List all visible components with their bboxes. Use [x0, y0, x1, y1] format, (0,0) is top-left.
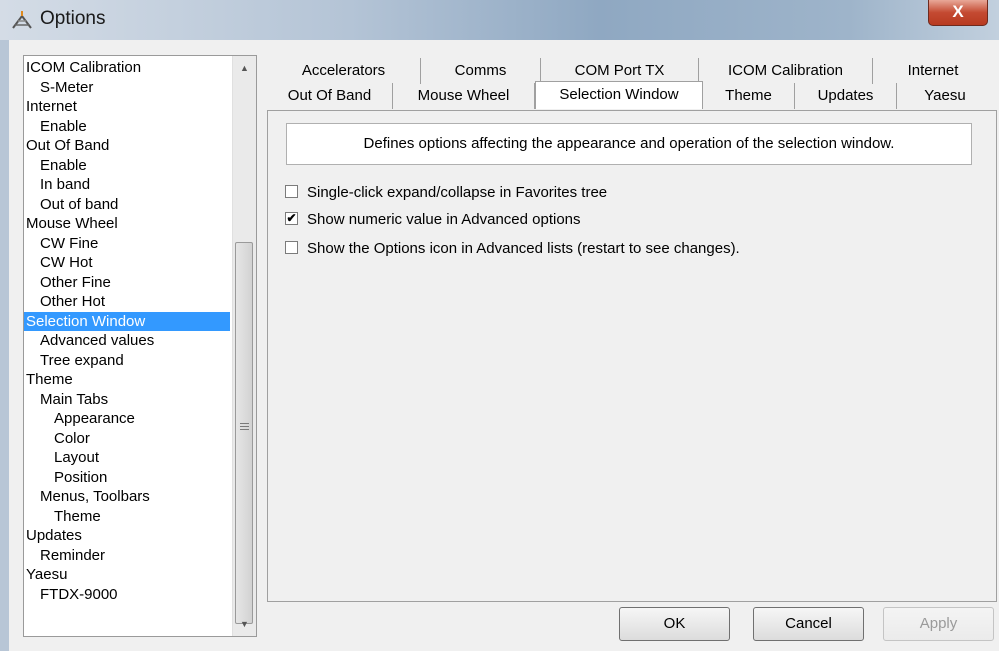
window-frame — [0, 40, 9, 651]
tab-comms[interactable]: Comms — [421, 58, 541, 84]
tree-item[interactable]: Out of band — [24, 195, 230, 214]
title-bar[interactable]: Options X — [0, 0, 999, 40]
tree-item[interactable]: Layout — [24, 448, 230, 467]
tree-item[interactable]: Color — [24, 429, 230, 448]
tree-item[interactable]: ICOM Calibration — [24, 58, 230, 77]
dialog-client: ICOM Calibration S-Meter Internet Enable Out… — [9, 40, 999, 651]
tree-item[interactable]: In band — [24, 175, 230, 194]
tree-item[interactable]: Mouse Wheel — [24, 214, 230, 233]
tab-internet[interactable]: Internet — [873, 58, 993, 84]
scroll-thumb[interactable] — [235, 242, 253, 624]
tab-updates[interactable]: Updates — [795, 83, 897, 109]
tree-item[interactable]: Menus, Toolbars — [24, 487, 230, 506]
tree-item[interactable]: Advanced values — [24, 331, 230, 350]
checkbox[interactable]: ✔ — [285, 212, 298, 225]
tree-item[interactable]: CW Fine — [24, 234, 230, 253]
tree-item[interactable]: Updates — [24, 526, 230, 545]
tree-item[interactable]: Enable — [24, 156, 230, 175]
tree-scrollbar[interactable]: ▲ ▼ — [232, 56, 256, 636]
tree-item[interactable]: Other Fine — [24, 273, 230, 292]
tab-theme[interactable]: Theme — [703, 83, 795, 109]
ok-button[interactable]: OK — [619, 607, 730, 641]
scroll-down-icon[interactable]: ▼ — [233, 614, 256, 634]
tree-item[interactable]: Appearance — [24, 409, 230, 428]
tree-item[interactable]: Theme — [24, 370, 230, 389]
options-tree[interactable]: ICOM Calibration S-Meter Internet Enable Out… — [23, 55, 257, 637]
tree-item[interactable]: Reminder — [24, 546, 230, 565]
antenna-icon — [12, 11, 32, 29]
close-button[interactable]: X — [928, 0, 988, 26]
description-text: Defines options affecting the appearance… — [286, 123, 972, 165]
tree-item[interactable]: Theme — [24, 507, 230, 526]
window-title: Options — [40, 8, 106, 29]
tree-item[interactable]: Out Of Band — [24, 136, 230, 155]
tree-item[interactable]: Internet — [24, 97, 230, 116]
tree-item[interactable]: Position — [24, 468, 230, 487]
apply-button[interactable]: Apply — [883, 607, 994, 641]
tree-item[interactable]: S-Meter — [24, 78, 230, 97]
tree-item[interactable]: Selection Window — [24, 311, 230, 331]
tree-item[interactable]: Main Tabs — [24, 390, 230, 409]
option-label: Single-click expand/collapse in Favorite… — [307, 184, 608, 201]
tree-item[interactable]: Tree expand — [24, 351, 230, 370]
tree-item[interactable]: Other Hot — [24, 292, 230, 311]
tab-out-of-band[interactable]: Out Of Band — [267, 83, 393, 109]
cancel-button[interactable]: Cancel — [753, 607, 864, 641]
checkbox[interactable] — [285, 241, 298, 254]
tab-yaesu[interactable]: Yaesu — [897, 83, 993, 109]
option-label: Show numeric value in Advanced options — [307, 211, 581, 228]
tree-item[interactable]: Enable — [24, 117, 230, 136]
tree-item[interactable]: Yaesu — [24, 565, 230, 584]
scroll-up-icon[interactable]: ▲ — [233, 58, 256, 78]
tab-mouse-wheel[interactable]: Mouse Wheel — [393, 83, 535, 109]
tab-accelerators[interactable]: Accelerators — [267, 58, 421, 84]
option-label: Show the Options icon in Advanced lists … — [307, 240, 740, 257]
checkbox[interactable] — [285, 185, 298, 198]
tab-selection-window[interactable]: Selection Window — [535, 81, 703, 109]
tab-icom-calibration[interactable]: ICOM Calibration — [699, 58, 873, 84]
tree-item[interactable]: CW Hot — [24, 253, 230, 272]
tree-item[interactable]: FTDX-9000 — [24, 585, 230, 604]
